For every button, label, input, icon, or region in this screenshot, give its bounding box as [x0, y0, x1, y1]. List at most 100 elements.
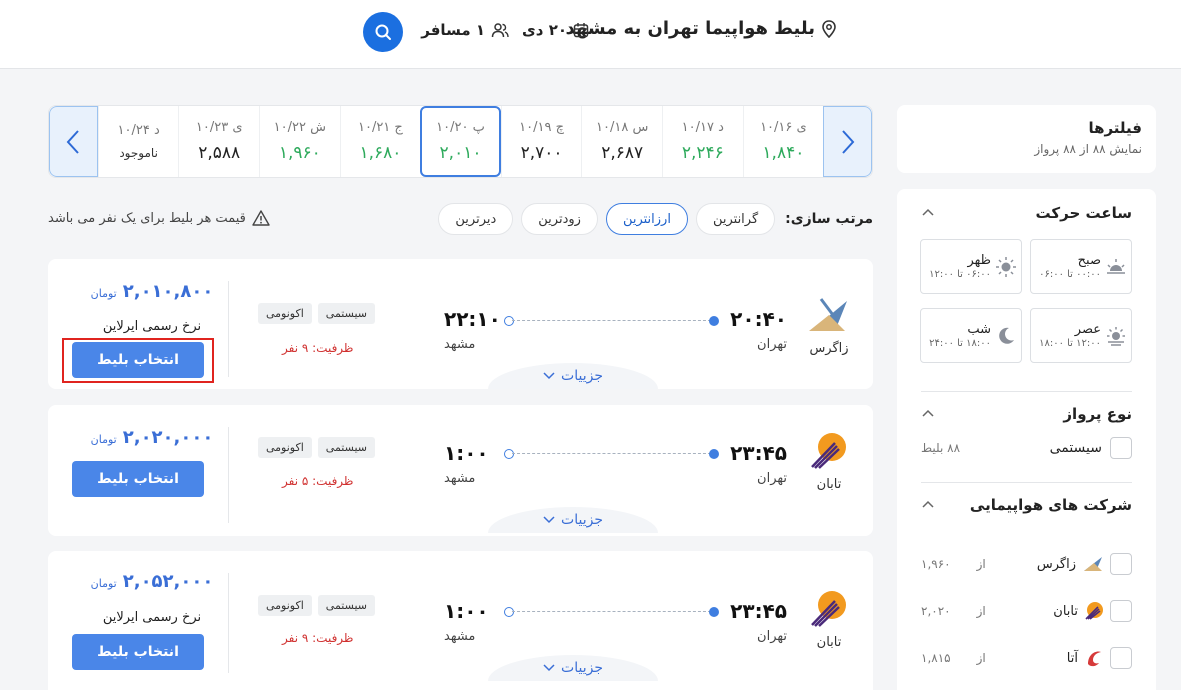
departure-city: تهران	[757, 337, 787, 352]
date-label: د ۱۰/۲۴	[117, 123, 160, 138]
details-toggle[interactable]: جزییات	[488, 655, 658, 681]
arrival-info: ۱:۰۰ مشهد	[444, 599, 489, 644]
airlines-section-header[interactable]: شرکت های هواپیمایی	[921, 493, 1132, 517]
time-slot-range: ۰۶:۰۰ تا ۱۲:۰۰	[929, 268, 991, 280]
time-slot-range: ۱۲:۰۰ تا ۱۸:۰۰	[1039, 337, 1101, 349]
date-item-unavailable[interactable]: د ۱۰/۲۴ ناموجود	[97, 106, 179, 177]
select-ticket-button[interactable]: انتخاب بلیط	[72, 342, 204, 378]
chevron-up-icon[interactable]	[921, 407, 935, 421]
route-summary[interactable]: بلیط هواپیما تهران به مشهد	[566, 18, 837, 39]
departure-dot	[709, 316, 719, 326]
date-label: چ ۱۰/۱۹	[519, 120, 565, 135]
time-slot-night[interactable]: شب ۱۸:۰۰ تا ۲۴:۰۰	[920, 308, 1022, 363]
search-button[interactable]	[363, 12, 403, 52]
checkbox[interactable]	[1110, 647, 1132, 669]
chevron-up-icon[interactable]	[921, 498, 935, 512]
chevron-up-icon[interactable]	[921, 206, 935, 220]
capacity-text: ظرفیت: ۹ نفر	[282, 341, 354, 355]
departure-time-title: ساعت حرکت	[1035, 204, 1132, 222]
sort-latest[interactable]: دیرترین	[438, 203, 514, 235]
calendar-icon	[573, 23, 589, 38]
select-ticket-button[interactable]: انتخاب بلیط	[72, 634, 204, 670]
sort-bar: مرتب سازی: گرانترین ارزانترین زودترین دی…	[48, 202, 873, 236]
departure-time-section-header[interactable]: ساعت حرکت	[921, 201, 1132, 225]
ticket-price: ۲,۰۵۲,۰۰۰ تومان	[72, 571, 232, 592]
date-item[interactable]: د ۱۰/۱۷ ۲,۲۴۶	[661, 106, 743, 177]
sunset-icon	[1107, 326, 1125, 346]
airline-filter-zagros[interactable]: زاگرس از ۱,۹۶۰	[921, 552, 1132, 576]
departure-info: ۲۳:۴۵ تهران	[730, 441, 787, 486]
details-toggle[interactable]: جزییات	[488, 363, 658, 389]
official-rate-label: نرخ رسمی ایرلاین	[102, 610, 202, 625]
search-icon	[375, 24, 391, 40]
date-price: ۲,۷۰۰	[520, 143, 563, 163]
airline-name: تابان	[816, 477, 842, 492]
flight-type-name: سیستمی	[1049, 440, 1102, 456]
passenger-summary[interactable]: ۱ مسافر	[421, 21, 509, 39]
sort-label: مرتب سازی:	[785, 211, 873, 227]
date-label: د ۱۰/۱۷	[681, 120, 724, 135]
checkbox[interactable]	[1110, 437, 1132, 459]
flight-card: زاگرس ۲۰:۴۰ تهران ۲۲:۱۰ مشهد سیستمی اکون…	[48, 259, 873, 389]
arrival-time: ۱:۰۰	[444, 599, 489, 623]
chevron-down-icon	[543, 664, 555, 672]
time-slot-range: ۱۸:۰۰ تا ۲۴:۰۰	[929, 337, 991, 349]
moon-icon	[999, 327, 1014, 344]
sort-earliest[interactable]: زودترین	[521, 203, 598, 235]
airline-filter-taban[interactable]: تابان از ۲,۰۲۰	[921, 599, 1132, 623]
departure-dot	[709, 607, 719, 617]
details-label: جزییات	[561, 660, 603, 676]
airline-min-price: ۲,۰۲۰	[921, 604, 951, 618]
taban-logo-icon	[1085, 602, 1103, 620]
airline-from-label: از	[976, 604, 986, 618]
date-item[interactable]: ی ۱۰/۲۳ ۲,۵۸۸	[178, 106, 259, 177]
sort-cheapest[interactable]: ارزانترین	[605, 203, 688, 235]
details-toggle[interactable]: جزییات	[488, 507, 658, 533]
airline-name: تابان	[1053, 603, 1078, 619]
date-price: ۱,۸۴۰	[762, 143, 805, 163]
location-pin-icon	[822, 19, 836, 38]
time-slot-label: صبح	[1077, 253, 1101, 269]
tag-economy: اکونومی	[258, 595, 312, 616]
ata-logo-icon	[1088, 651, 1101, 667]
tag-system: سیستمی	[317, 303, 375, 324]
departure-time: ۲۳:۴۵	[730, 599, 787, 623]
flight-type-section-header[interactable]: نوع پرواز	[921, 402, 1132, 426]
date-item[interactable]: چ ۱۰/۱۹ ۲,۷۰۰	[500, 106, 582, 177]
time-slot-noon[interactable]: ظهر ۰۶:۰۰ تا ۱۲:۰۰	[920, 239, 1022, 294]
checkbox[interactable]	[1110, 600, 1132, 622]
next-dates-button[interactable]	[49, 106, 98, 177]
airline-name: زاگرس	[809, 341, 849, 356]
date-price-strip: ی ۱۰/۱۶ ۱,۸۴۰ د ۱۰/۱۷ ۲,۲۴۶ س ۱۰/۱۸ ۲,۶۸۷ چ…	[48, 105, 873, 178]
date-summary[interactable]: ۲۰ دی	[522, 21, 589, 39]
airlines-title: شرکت های هواپیمایی	[969, 496, 1132, 514]
users-icon	[491, 23, 509, 38]
date-item[interactable]: س ۱۰/۱۸ ۲,۶۸۷	[581, 106, 662, 177]
flight-type-option-system[interactable]: سیستمی ۸۸ بلیط	[921, 436, 1132, 460]
date-item-selected[interactable]: پ ۱۰/۲۰ ۲,۰۱۰	[420, 106, 501, 177]
date-price: ۱,۶۸۰	[359, 143, 402, 163]
sunrise-icon	[1107, 258, 1125, 274]
departure-time-options: صبح ۰۰:۰۰ تا ۰۶:۰۰ ظهر ۰۶:۰۰ تا ۱۲:۰۰ عصر ۱…	[920, 239, 1132, 363]
warning-icon	[252, 210, 270, 226]
previous-dates-button[interactable]	[823, 106, 872, 177]
time-slot-afternoon[interactable]: عصر ۱۲:۰۰ تا ۱۸:۰۰	[1030, 308, 1132, 363]
airline-name: آتا	[1066, 650, 1078, 666]
route-line	[504, 316, 719, 326]
date-item[interactable]: ج ۱۰/۲۱ ۱,۶۸۰	[339, 106, 421, 177]
fare-tags: سیستمی اکونومی	[258, 595, 375, 616]
ticket-price: ۲,۰۱۰,۸۰۰ تومان	[72, 281, 232, 302]
details-label: جزییات	[561, 512, 603, 528]
date-item[interactable]: ی ۱۰/۱۶ ۱,۸۴۰	[742, 106, 824, 177]
date-item[interactable]: ش ۱۰/۲۲ ۱,۹۶۰	[259, 106, 340, 177]
airline-filter-ata[interactable]: آتا از ۱,۸۱۵	[921, 646, 1132, 670]
airline-logo-box: تابان	[805, 431, 853, 492]
checkbox[interactable]	[1110, 553, 1132, 575]
date-label: ی ۱۰/۱۶	[760, 120, 807, 135]
sort-most-expensive[interactable]: گرانترین	[695, 203, 776, 235]
select-ticket-button[interactable]: انتخاب بلیط	[72, 461, 204, 497]
date-price: ناموجود	[119, 146, 158, 160]
date-label: پ ۱۰/۲۰	[436, 120, 485, 135]
time-slot-morning[interactable]: صبح ۰۰:۰۰ تا ۰۶:۰۰	[1030, 239, 1132, 294]
divider	[921, 482, 1132, 483]
